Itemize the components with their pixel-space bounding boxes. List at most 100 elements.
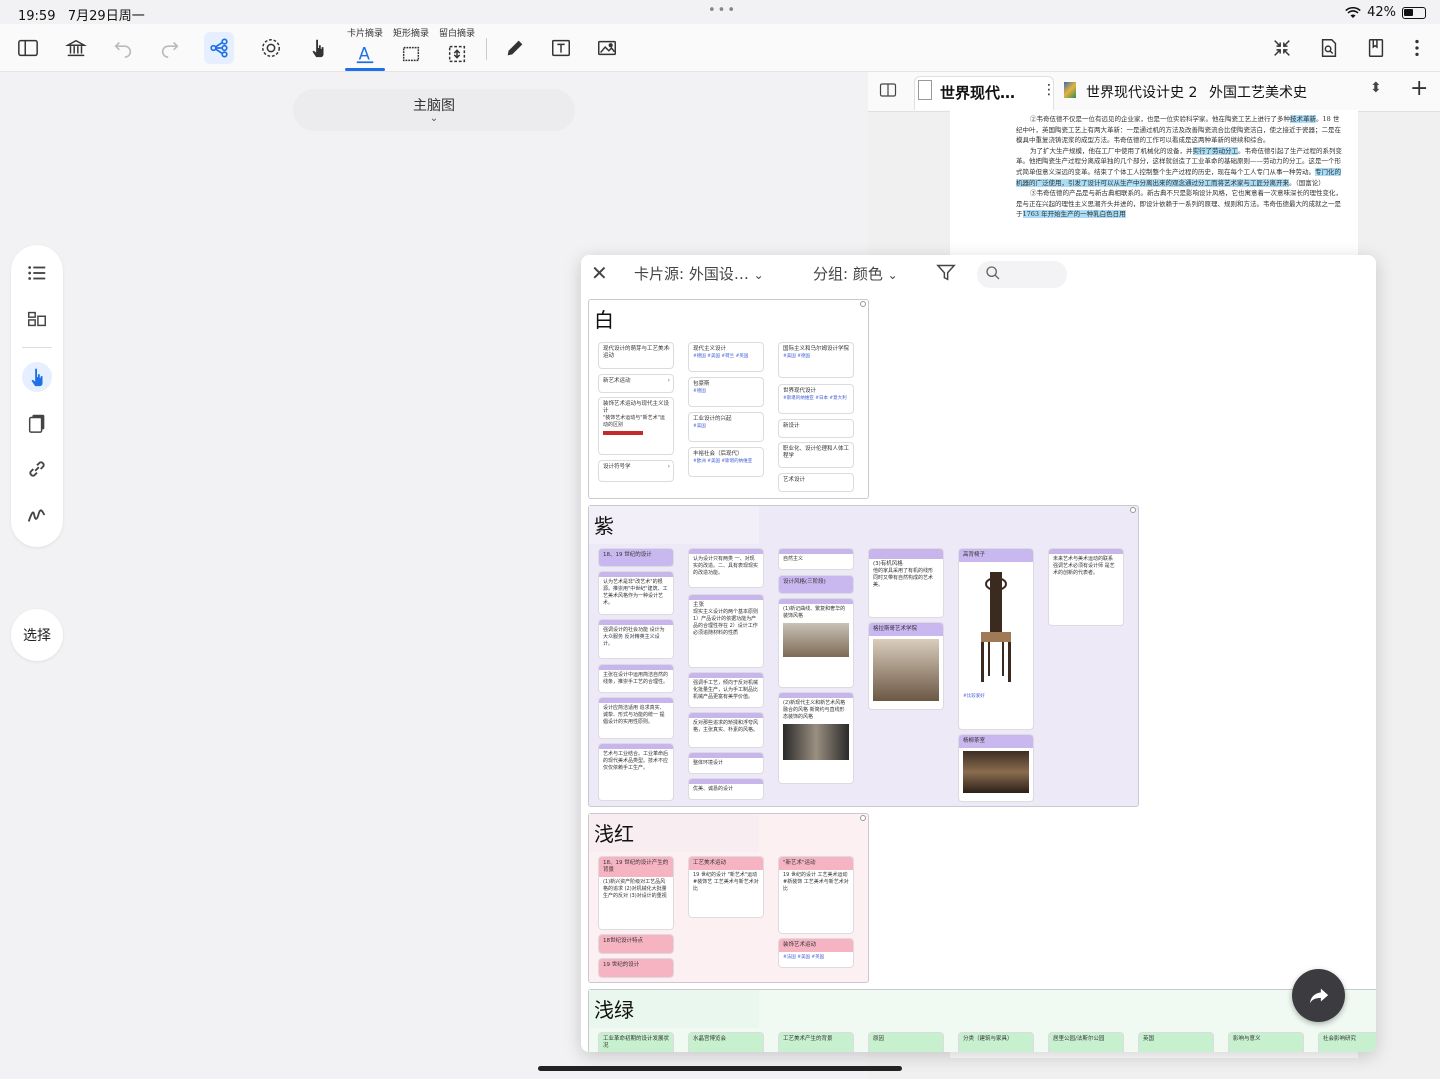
sidebar-divider	[22, 347, 52, 348]
card[interactable]: 职业化、设计伦理和人体工程学	[779, 443, 853, 467]
blank-excerpt-icon[interactable]	[442, 38, 472, 70]
card[interactable]: 工业设计的兴起 #美国	[689, 413, 763, 441]
sort-updown-icon[interactable]: ⬍	[1370, 80, 1382, 96]
card[interactable]: 水晶宫博览会	[689, 1033, 763, 1052]
more-vertical-icon[interactable]	[1402, 32, 1432, 64]
tab-foreign-crafts[interactable]: 外国工艺美术史	[1209, 82, 1307, 102]
textbox-icon[interactable]	[546, 32, 576, 64]
svg-text:A: A	[359, 45, 371, 64]
pen-icon[interactable]	[500, 32, 530, 64]
card[interactable]: 现代设计的萌芽与工艺美术运动 ›	[599, 343, 673, 368]
card[interactable]: 整体环境设计	[689, 753, 763, 773]
group-purple[interactable]: 紫 18、19 世纪的设计 认为艺术是非"改艺术"的根源。推崇用"中世纪"建筑、…	[588, 505, 1139, 807]
outline-list-icon[interactable]	[22, 258, 52, 288]
group-handle-icon[interactable]	[860, 301, 866, 307]
card[interactable]: 优美、诚恳的设计	[689, 779, 763, 799]
mindmap-selector[interactable]: 主脑图 ⌄	[293, 89, 575, 131]
status-time: 19:59 7月29日周一	[18, 9, 145, 24]
group-pink[interactable]: 浅红 18、19 世纪的设计产生的背景 (1)新兴资产阶级对工艺品风格的追求 (2…	[588, 813, 869, 983]
split-view-icon[interactable]	[879, 82, 897, 102]
bookmark-book-icon[interactable]	[1361, 32, 1391, 64]
card-excerpt-icon[interactable]: A	[350, 38, 380, 70]
card[interactable]: 格拉斯哥艺术学院	[869, 623, 943, 709]
rect-excerpt-icon[interactable]	[396, 38, 426, 70]
close-icon[interactable]: ✕	[591, 261, 608, 285]
card[interactable]: 18、19 世纪的设计	[599, 549, 673, 566]
card-source-dropdown[interactable]: 卡片源: 外国设… ⌄	[634, 263, 764, 284]
select-button[interactable]: 选择	[11, 609, 63, 661]
card[interactable]: 丰裕社会（后现代） #欧洲 #美国 #斯堪的纳维亚	[689, 448, 763, 476]
settings-gear-icon[interactable]	[256, 32, 286, 64]
multitask-dots[interactable]: •••	[708, 3, 737, 18]
tab-world-modern[interactable]: 世界现代…	[940, 82, 1015, 103]
card[interactable]: 19 世纪的设计	[599, 959, 673, 977]
tab-world-modern-2[interactable]: 世界现代设计史 2	[1086, 82, 1197, 102]
card[interactable]: 认为设计只有两类 一、对现实的改造。二、具有表现现实的改造功能。	[689, 549, 763, 587]
card[interactable]: 设计应简洁适用 追求真实、诚挚、形式与功能的统一 提倡设计的实用性原则。	[599, 698, 673, 738]
card[interactable]: 新艺术运动 ›	[599, 375, 673, 392]
library-icon[interactable]	[61, 32, 91, 64]
card[interactable]: 原因	[869, 1033, 943, 1052]
collapse-icon[interactable]	[1267, 32, 1297, 64]
card[interactable]: "新艺术"运动 19 世纪的设计 工艺美术运动 #新装饰 工艺美术与新艺术对比	[779, 857, 853, 933]
card[interactable]: 居里公园/法斯尔公园	[1049, 1033, 1123, 1052]
card[interactable]: 工艺美术运动 19 世纪的设计 "新艺术"运动 #装饰艺 工艺美术与新艺术对比	[689, 857, 763, 917]
card[interactable]: 英国	[1139, 1033, 1213, 1052]
card[interactable]: 未来艺术与美术运动的联系 强调艺术必须有设计师 是艺术的创新的代表者。	[1049, 549, 1123, 625]
card[interactable]: 国际主义和乌尔姆设计学院 #美国 #德国	[779, 343, 853, 377]
sidebar-toggle-icon[interactable]	[13, 32, 43, 64]
card[interactable]: (1)新记曲线、繁复和奢华的装饰风格	[779, 599, 853, 687]
freehand-curve-icon[interactable]	[22, 500, 52, 530]
group-by-dropdown[interactable]: 分组: 颜色 ⌄	[813, 263, 898, 284]
card[interactable]: 包豪斯 #德国	[689, 378, 763, 406]
undo-icon[interactable]	[108, 32, 138, 64]
card[interactable]: 世界现代设计 #斯堪的纳维亚 #日本 #意大利	[779, 385, 853, 413]
card[interactable]: 高背椅子 #比较爱好	[959, 549, 1033, 729]
card[interactable]: 影响与意义	[1229, 1033, 1303, 1052]
filter-icon[interactable]	[936, 263, 956, 285]
card[interactable]: 工业革命初期的设计发展状况	[599, 1033, 673, 1052]
group-white[interactable]: 白 现代设计的萌芽与工艺美术运动 › 新艺术运动 › 装饰艺术运动与现代主义设计 "装…	[588, 299, 869, 499]
card[interactable]: 装饰艺术运动 #法国 #美国 #英国	[779, 939, 853, 967]
card[interactable]: 杨柳茶室	[959, 735, 1033, 801]
copy-cards-icon[interactable]	[22, 408, 52, 438]
hand-pointer-icon[interactable]	[303, 32, 333, 64]
card[interactable]: 反对那些追求的矫揉和浮夸风格，主张真实、朴素的风格。	[689, 713, 763, 747]
card[interactable]: 装饰艺术运动与现代主义设计 "装饰艺术运动与"新艺术"运动的区别	[599, 398, 673, 454]
share-forward-button[interactable]	[1292, 969, 1345, 1022]
card[interactable]: 18世纪设计特点	[599, 935, 673, 953]
add-tab-icon[interactable]: +	[1410, 76, 1428, 101]
card[interactable]: 主张 现实主义设计的两个基本原则 1）产品设计的依据功能为产品的合理性存在 2）设…	[689, 595, 763, 667]
card[interactable]: 工艺美术产生的背景	[779, 1033, 853, 1052]
card[interactable]: 强调手工艺，倾向于反对机械化批量生产，认为手工制品比机械产品更富有美学价值。	[689, 673, 763, 707]
card[interactable]: 认为艺术是非"改艺术"的根源。推崇用"中世纪"建筑、工艺美术风格作为一种设计艺术…	[599, 572, 673, 614]
redo-icon[interactable]	[155, 32, 185, 64]
card[interactable]: 艺术设计	[779, 474, 853, 491]
mindmap-share-icon[interactable]	[204, 32, 234, 64]
card[interactable]: 主张在设计中运用简洁自然的线条，推崇手工艺的合理性。	[599, 665, 673, 692]
card[interactable]: (3)有机风格 他的家具采用了有机的线形 同时又带有自然构成的艺术美。	[869, 549, 943, 617]
card[interactable]: 18、19 世纪的设计产生的背景 (1)新兴资产阶级对工艺品风格的追求 (2)对机…	[599, 857, 673, 929]
card[interactable]: 设计风格(三阶段)	[779, 576, 853, 593]
layout-blocks-icon[interactable]	[22, 304, 52, 334]
group-green[interactable]: 浅绿 工业革命初期的设计发展状况 水晶宫博览会 工艺美术产生的背景 原因 分类（…	[588, 989, 1376, 1052]
search-document-icon[interactable]	[1314, 32, 1344, 64]
doc-cover-icon	[1064, 82, 1076, 98]
hand-tool-icon[interactable]	[22, 362, 52, 392]
image-icon[interactable]	[592, 32, 622, 64]
card[interactable]: 分类（建筑与家具）	[959, 1033, 1033, 1052]
card[interactable]: 自然主义	[779, 549, 853, 569]
link-icon[interactable]	[22, 454, 52, 484]
toolbar-divider	[486, 38, 487, 60]
card[interactable]: 设计符号学 ›	[599, 461, 673, 481]
card[interactable]: (2)新现代主义和新艺术风格融合的风格 新简约与直线形态装饰的风格	[779, 693, 853, 783]
tab-more-icon[interactable]: ⋮	[1042, 82, 1056, 98]
pdf-page[interactable]: ②韦奇伍德不仅是一位有远见的企业家，也是一位实验科学家。他在陶瓷工艺上进行了多种…	[950, 110, 1358, 258]
group-handle-icon[interactable]	[860, 815, 866, 821]
card[interactable]: 新设计	[779, 420, 853, 437]
group-handle-icon[interactable]	[1130, 507, 1136, 513]
card[interactable]: 强调设计的社会功能 设计为大众服务 反对精英主义设计。	[599, 620, 673, 658]
card[interactable]: 艺术与工业结合。工业革命后的现代美术品类型。技术不应仅仅依赖手工生产。	[599, 744, 673, 800]
card[interactable]: 社会影响研究	[1319, 1033, 1376, 1052]
card[interactable]: 现代主义设计 #德国 #美国 #荷兰 #英国	[689, 343, 763, 371]
